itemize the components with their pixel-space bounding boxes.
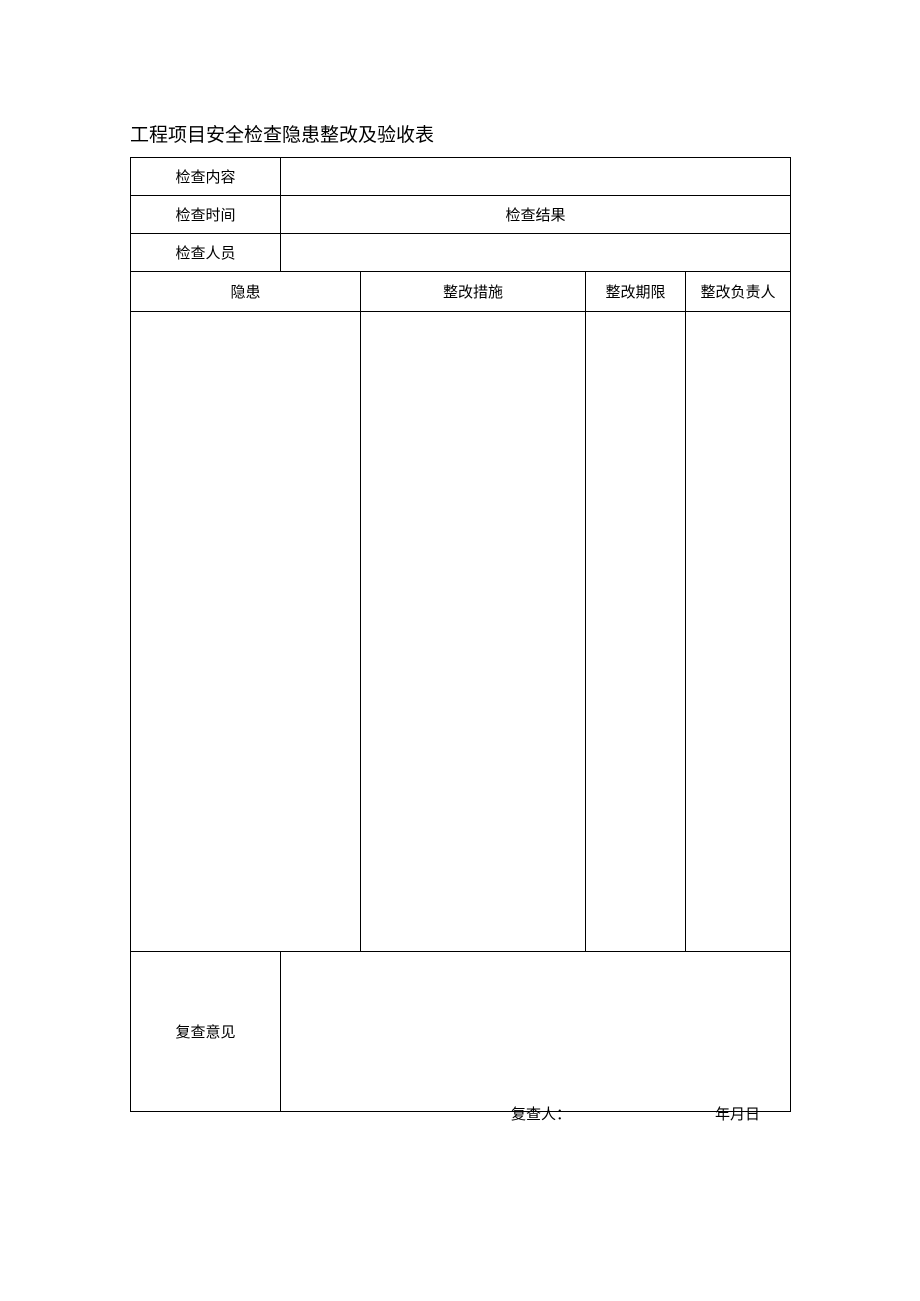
header-deadline: 整改期限 [586, 272, 686, 312]
row-check-person: 检查人员 [131, 234, 791, 272]
cell-deadline[interactable] [586, 312, 686, 952]
label-review: 复查意见 [131, 952, 281, 1112]
header-measure: 整改措施 [361, 272, 586, 312]
cell-responsible[interactable] [686, 312, 791, 952]
row-check-time: 检查时间 检查结果 [131, 196, 791, 234]
cell-measure[interactable] [361, 312, 586, 952]
header-responsible: 整改负责人 [686, 272, 791, 312]
label-review-signer: 复查人： [511, 1103, 571, 1124]
row-column-headers: 隐患 整改措施 整改期限 整改负责人 [131, 272, 791, 312]
header-hazard: 隐患 [131, 272, 361, 312]
row-body-content [131, 312, 791, 952]
label-review-date: 年月日 [715, 1103, 760, 1124]
label-check-content: 检查内容 [131, 158, 281, 196]
row-check-content: 检查内容 [131, 158, 791, 196]
form-title: 工程项目安全检查隐患整改及验收表 [130, 120, 790, 147]
inspection-form-table: 检查内容 检查时间 检查结果 检查人员 隐患 整改措施 整改期限 整改负责人 复… [130, 157, 791, 1112]
value-check-person[interactable] [281, 234, 791, 272]
cell-review-content[interactable]: 复查人： 年月日 [281, 952, 791, 1112]
label-check-person: 检查人员 [131, 234, 281, 272]
label-check-result: 检查结果 [281, 196, 791, 234]
row-review: 复查意见 复查人： 年月日 [131, 952, 791, 1112]
label-check-time: 检查时间 [131, 196, 281, 234]
cell-hazard[interactable] [131, 312, 361, 952]
value-check-content[interactable] [281, 158, 791, 196]
